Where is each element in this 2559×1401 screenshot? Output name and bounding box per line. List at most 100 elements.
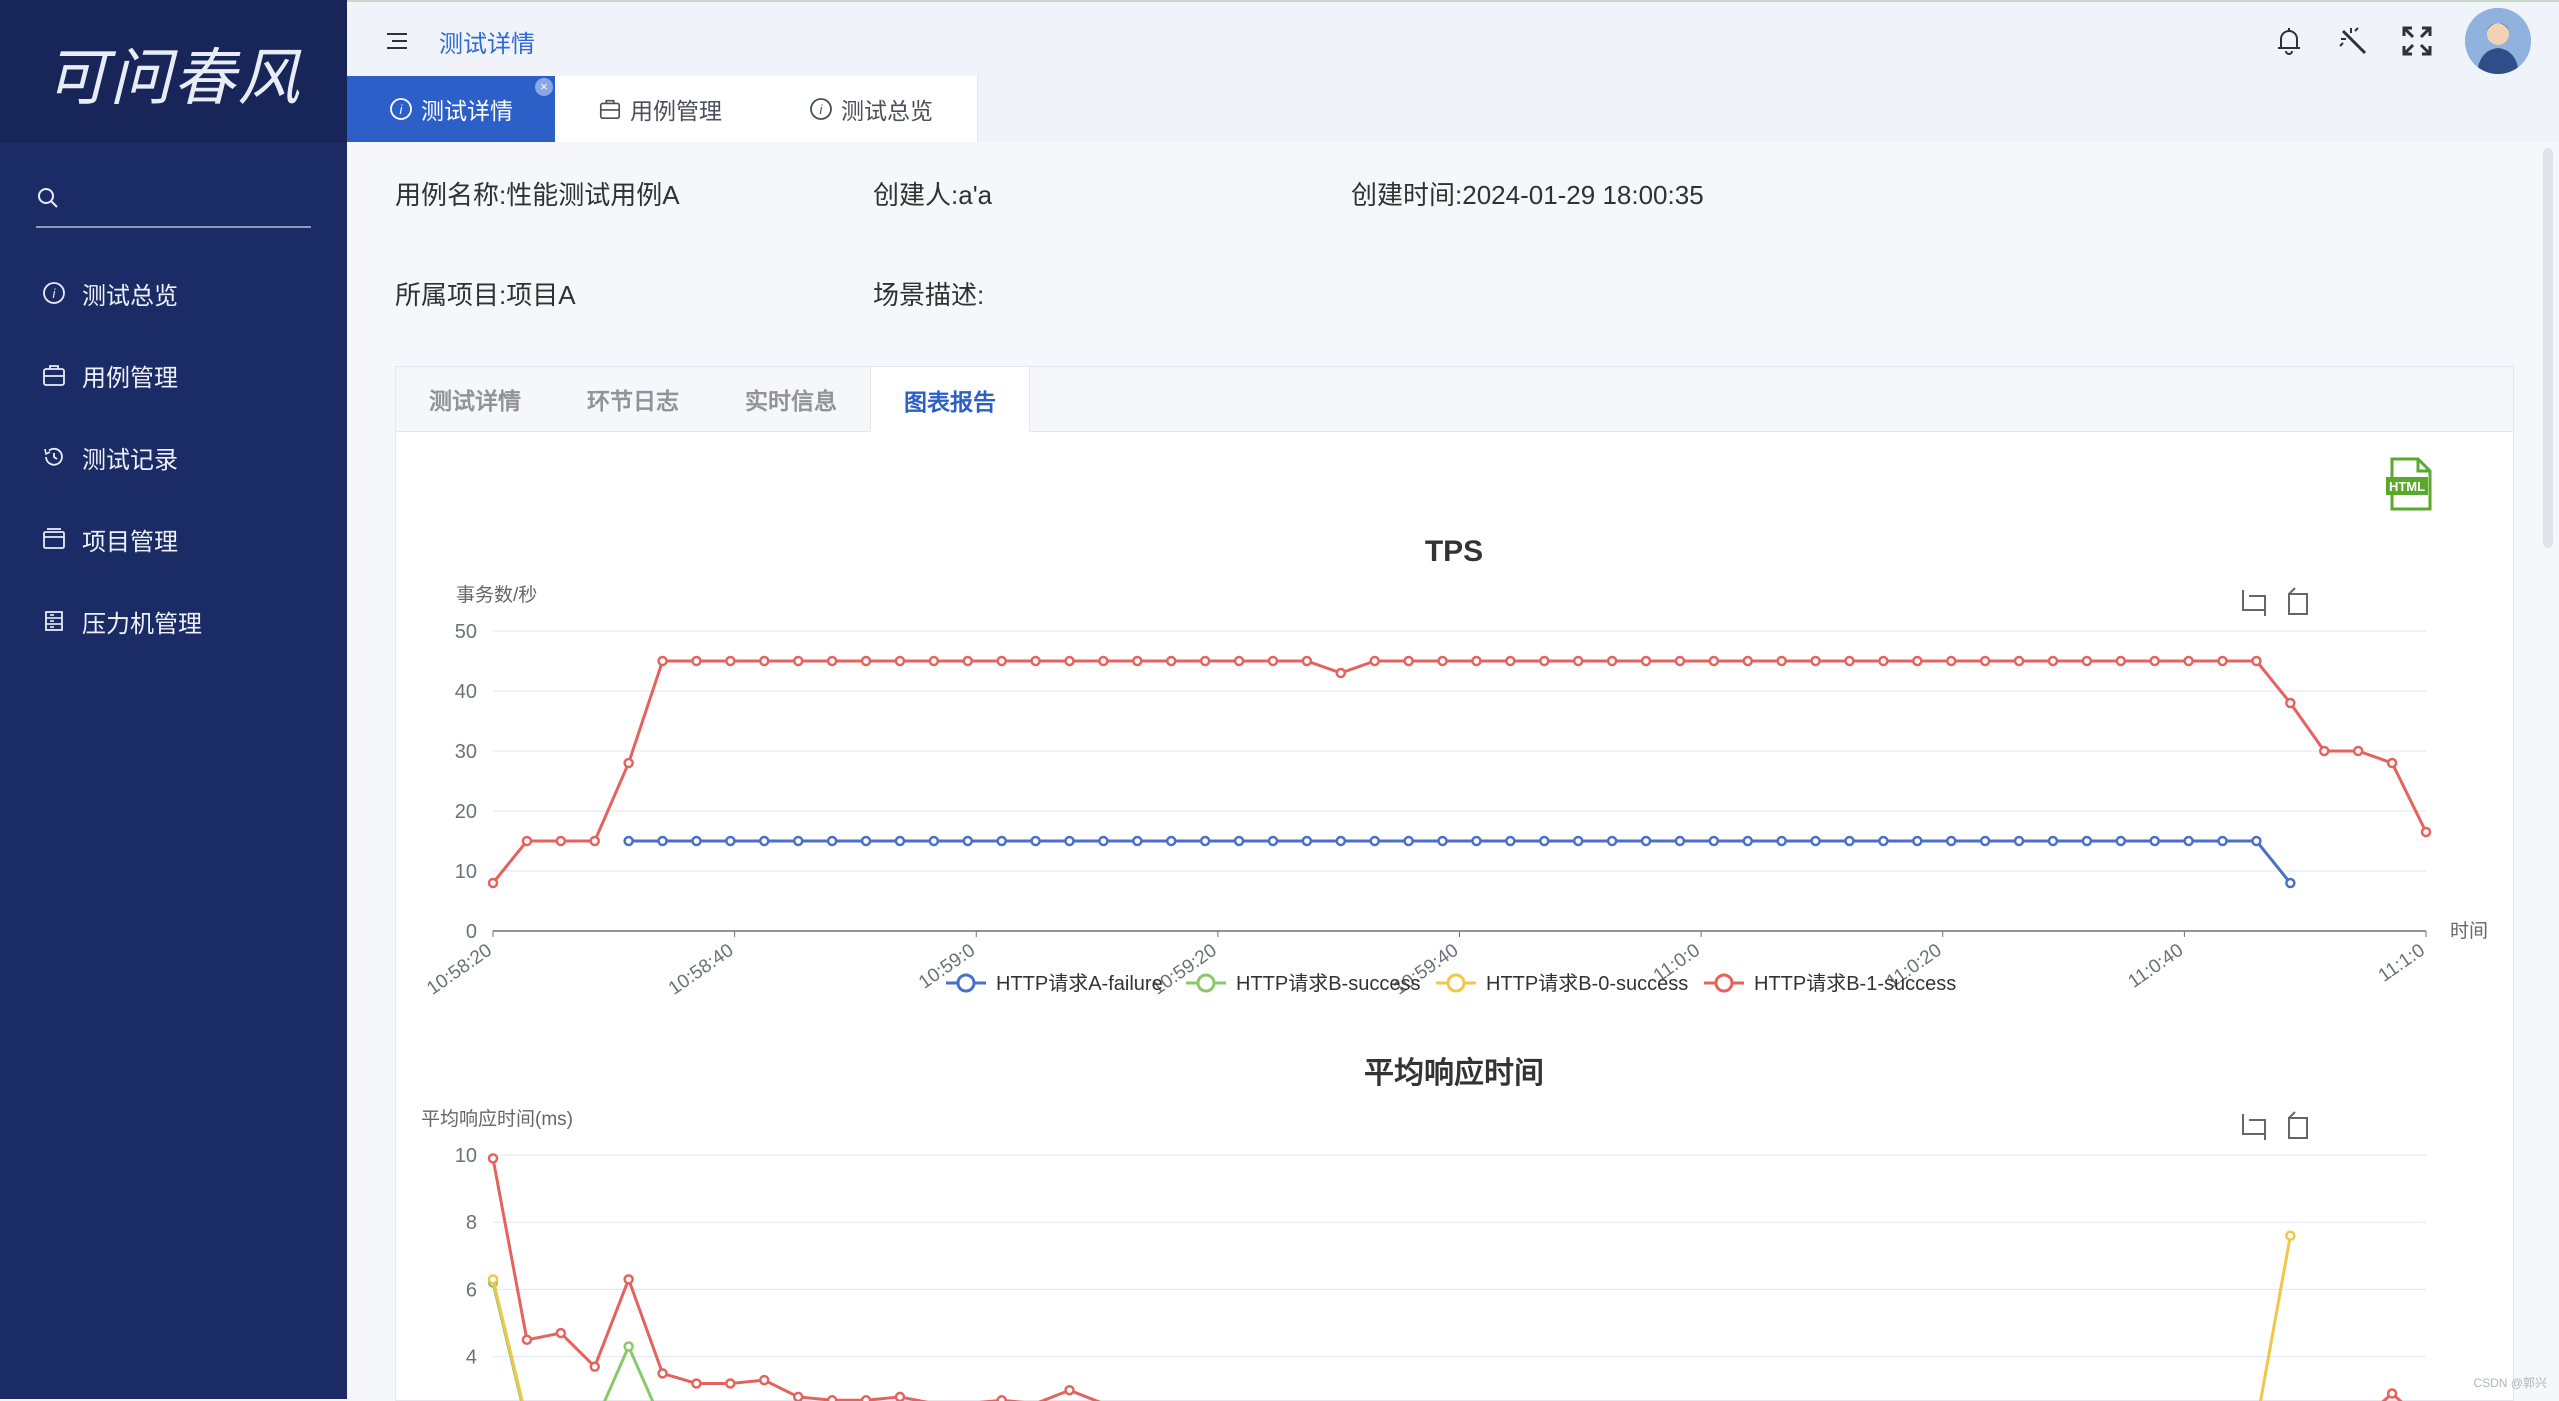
data-point xyxy=(487,877,499,889)
breadcrumb[interactable]: 测试详情 xyxy=(439,24,535,59)
sidebar-menu: i 测试总览 用例管理 测试记录 项目管理 压力机管理 xyxy=(0,252,347,662)
tab-test-detail[interactable]: i 测试详情 × xyxy=(347,76,556,142)
subtab-chart-report[interactable]: 图表报告 xyxy=(870,367,1030,432)
data-point xyxy=(792,1391,804,1401)
legend-marker xyxy=(956,973,976,993)
data-point xyxy=(1742,655,1754,667)
y-tick-label: 10 xyxy=(455,861,477,883)
data-point xyxy=(2115,835,2127,847)
data-point xyxy=(996,835,1007,847)
data-point xyxy=(1810,655,1821,667)
project-icon xyxy=(40,525,68,553)
case-bag-icon xyxy=(40,361,68,389)
tab-label: 测试详情 xyxy=(421,98,513,124)
y-tick-label: 50 xyxy=(455,621,477,643)
data-point xyxy=(725,655,736,667)
y-tick-label: 20 xyxy=(455,801,477,823)
restore-icon[interactable] xyxy=(2288,587,2308,615)
data-point xyxy=(2285,877,2296,889)
app-logo[interactable]: 可问春风 xyxy=(0,0,347,143)
close-icon[interactable]: × xyxy=(535,78,553,96)
data-point xyxy=(521,835,533,847)
data-point xyxy=(1098,655,1109,667)
legend-label: HTTP请求B-0-success xyxy=(1486,972,1688,995)
data-point xyxy=(487,1153,499,1164)
zoom-icon[interactable] xyxy=(2242,1114,2266,1140)
sidebar-item-load-machines[interactable]: 压力机管理 xyxy=(0,580,347,662)
sidebar-item-label: 压力机管理 xyxy=(82,610,202,638)
menu-toggle-icon[interactable] xyxy=(383,26,413,56)
sidebar-item-overview[interactable]: i 测试总览 xyxy=(0,252,347,334)
y-tick-label: 8 xyxy=(466,1212,477,1234)
sidebar-item-cases[interactable]: 用例管理 xyxy=(0,334,347,416)
legend-item[interactable]: HTTP请求B-success xyxy=(1186,972,1420,995)
data-point xyxy=(487,1274,499,1285)
sidebar-item-label: 测试总览 xyxy=(82,282,178,310)
data-point xyxy=(1539,655,1550,667)
sidebar-item-records[interactable]: 测试记录 xyxy=(0,416,347,498)
data-point xyxy=(1471,655,1482,667)
data-point xyxy=(2149,835,2160,847)
subtab-realtime-info[interactable]: 实时信息 xyxy=(712,367,870,431)
data-point xyxy=(555,1327,567,1339)
data-point xyxy=(1437,835,1448,847)
legend-item[interactable]: HTTP请求B-0-success xyxy=(1436,972,1688,995)
data-point xyxy=(1199,835,1211,847)
sidebar-search-input[interactable] xyxy=(36,178,311,228)
bell-icon[interactable] xyxy=(2269,21,2309,61)
restore-icon-path xyxy=(2288,587,2308,615)
sidebar-item-label: 测试记录 xyxy=(82,446,178,474)
data-point xyxy=(1165,835,1177,847)
data-point xyxy=(1912,835,1923,847)
tab-test-overview[interactable]: i 测试总览 xyxy=(765,76,978,142)
subtab-label: 图表报告 xyxy=(904,388,996,415)
data-point xyxy=(2386,757,2398,769)
data-point xyxy=(589,835,600,847)
data-point xyxy=(1606,835,1618,847)
tab-label: 测试总览 xyxy=(841,98,933,124)
data-point xyxy=(1572,835,1584,847)
data-point xyxy=(2251,835,2262,847)
data-point xyxy=(2285,1230,2296,1241)
data-point xyxy=(555,835,567,847)
y-tick-label: 0 xyxy=(466,921,477,943)
data-point xyxy=(2183,835,2194,847)
user-avatar[interactable] xyxy=(2465,8,2531,74)
case-name-label: 用例名称: xyxy=(395,180,507,210)
data-point xyxy=(2285,697,2296,709)
server-icon xyxy=(40,607,68,635)
zoom-icon-path xyxy=(2242,590,2266,616)
data-point xyxy=(1369,655,1380,667)
zoom-icon[interactable] xyxy=(2242,590,2266,616)
x-tick-label: 11:1:0 xyxy=(2375,940,2429,987)
data-point xyxy=(1437,655,1448,667)
fullscreen-icon[interactable] xyxy=(2397,21,2437,61)
series-line xyxy=(2259,1235,2292,1401)
restore-icon[interactable] xyxy=(2288,1111,2308,1139)
series-line xyxy=(628,839,2292,884)
data-point xyxy=(2352,745,2364,757)
series-line xyxy=(491,659,2428,884)
data-point xyxy=(1064,655,1075,667)
subtab-step-log[interactable]: 环节日志 xyxy=(554,367,712,431)
project-info: 所属项目:项目A xyxy=(395,275,576,312)
zoom-icon-path xyxy=(2242,1114,2266,1140)
data-point xyxy=(2319,745,2330,757)
sub-tabs: 测试详情 环节日志 实时信息 图表报告 xyxy=(396,367,2513,432)
subtab-test-detail[interactable]: 测试详情 xyxy=(396,367,554,431)
magic-wand-icon[interactable] xyxy=(2333,21,2373,61)
legend-item[interactable]: HTTP请求B-1-success xyxy=(1704,972,1956,995)
data-point xyxy=(1810,835,1821,847)
subtab-label: 实时信息 xyxy=(745,388,837,414)
data-point xyxy=(1030,835,1041,847)
y-tick-label: 40 xyxy=(455,681,477,703)
data-point xyxy=(1776,655,1787,667)
data-point xyxy=(521,1334,533,1346)
data-point xyxy=(1776,835,1787,847)
sidebar-item-projects[interactable]: 项目管理 xyxy=(0,498,347,580)
tab-case-management[interactable]: 用例管理 xyxy=(555,76,766,142)
page-scrollbar[interactable] xyxy=(2543,148,2553,548)
legend-item[interactable]: HTTP请求A-failure xyxy=(946,972,1163,995)
data-point xyxy=(1979,655,1991,667)
project-label: 所属项目: xyxy=(395,280,507,310)
